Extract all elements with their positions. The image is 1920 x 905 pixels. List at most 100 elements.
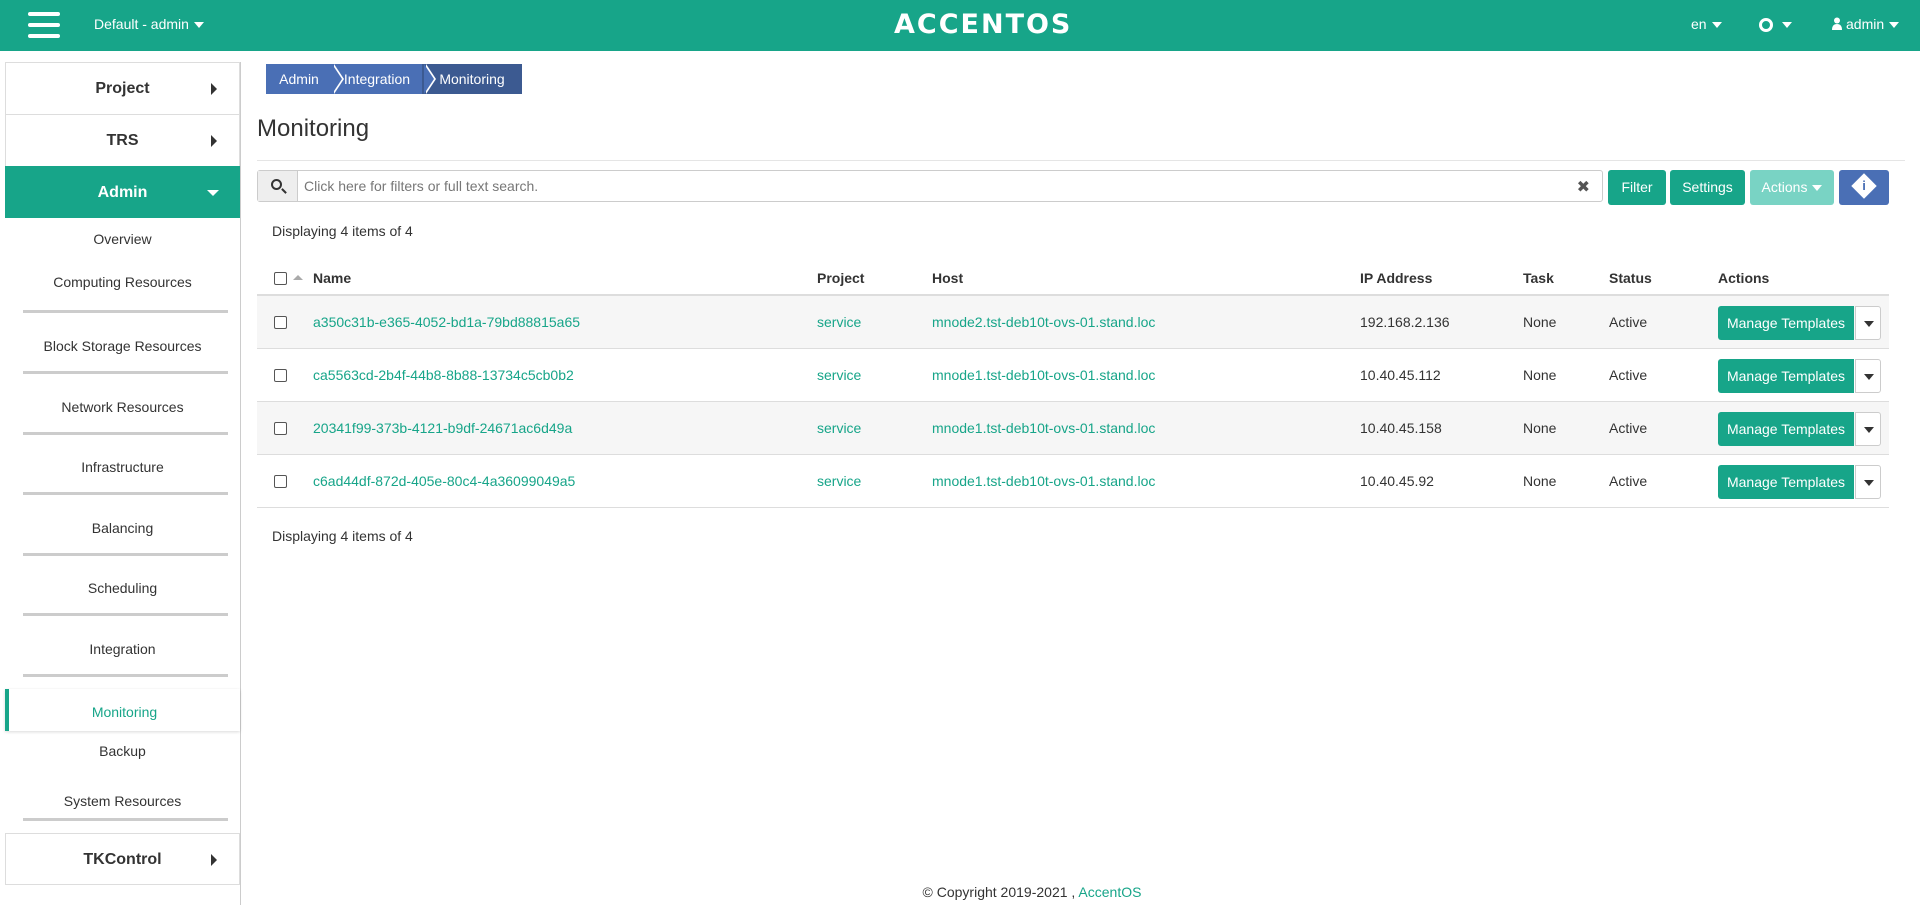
menu-toggle-icon[interactable]	[28, 12, 60, 38]
column-header-status[interactable]: Status	[1609, 260, 1652, 296]
chevron-down-icon	[1889, 22, 1900, 29]
sidebar-item-computing-resources[interactable]: Computing Resources	[17, 260, 228, 313]
sidebar-item-project[interactable]: Project	[5, 62, 240, 114]
breadcrumb-label: Monitoring	[439, 71, 505, 87]
sidebar-item-label: Monitoring	[91, 704, 158, 720]
chevron-right-icon	[211, 135, 217, 147]
info-button[interactable]: i	[1839, 170, 1889, 205]
top-navbar: Default - admin ACCENTOS en admin	[0, 0, 1920, 51]
sidebar-item-tkcontrol[interactable]: TKControl	[5, 833, 240, 885]
filter-button[interactable]: Filter	[1608, 170, 1666, 205]
data-table: Name Project Host IP Address Task Status…	[257, 260, 1889, 508]
sidebar-item-integration[interactable]: Integration	[17, 616, 228, 677]
row-actions-dropdown[interactable]	[1855, 412, 1881, 446]
sidebar-item-system-resources[interactable]: System Resources	[17, 773, 228, 821]
instance-name-link[interactable]: ca5563cd-2b4f-44b8-8b88-13734c5cb0b2	[313, 349, 574, 402]
breadcrumb-integration[interactable]: Integration	[330, 64, 436, 94]
ip-address: 10.40.45.92	[1360, 473, 1434, 489]
ip-address: 10.40.45.112	[1360, 367, 1441, 383]
sidebar-item-infrastructure[interactable]: Infrastructure	[17, 435, 228, 495]
chevron-down-icon	[1782, 22, 1792, 29]
host-link[interactable]: mnode1.tst-deb10t-ovs-01.stand.loc	[932, 455, 1155, 508]
chevron-down-icon	[207, 190, 219, 196]
breadcrumb-label: Integration	[343, 71, 411, 87]
instance-name-link[interactable]: 20341f99-373b-4121-b9df-24671ac6d49a	[313, 402, 572, 455]
search-bar: ✖	[257, 170, 1603, 202]
sidebar-item-label: Network Resources	[61, 399, 184, 415]
sidebar-item-scheduling[interactable]: Scheduling	[17, 556, 228, 616]
manage-templates-button[interactable]: Manage Templates	[1718, 306, 1854, 340]
project-switcher[interactable]: Default - admin	[94, 16, 204, 32]
actions-button[interactable]: Actions	[1750, 170, 1834, 205]
user-menu[interactable]: admin	[1832, 16, 1900, 33]
breadcrumb-label: Admin	[279, 71, 319, 87]
project-link[interactable]: service	[817, 402, 861, 455]
ip-address: 10.40.45.158	[1360, 420, 1442, 436]
column-header-project[interactable]: Project	[817, 260, 864, 296]
divider	[257, 160, 1905, 161]
row-checkbox[interactable]	[274, 422, 287, 435]
select-all-checkbox[interactable]	[274, 272, 287, 285]
sidebar-item-network-resources[interactable]: Network Resources	[17, 374, 228, 435]
project-switcher-label: Default - admin	[94, 16, 189, 32]
chevron-down-icon	[1864, 480, 1874, 486]
row-actions-dropdown[interactable]	[1855, 306, 1881, 340]
manage-templates-button[interactable]: Manage Templates	[1718, 359, 1854, 393]
manage-templates-button[interactable]: Manage Templates	[1718, 412, 1854, 446]
breadcrumb-admin[interactable]: Admin	[266, 64, 344, 94]
task: None	[1523, 314, 1557, 330]
table-header: Name Project Host IP Address Task Status…	[257, 260, 1889, 296]
sort-asc-icon[interactable]	[293, 275, 303, 280]
project-link[interactable]: service	[817, 349, 861, 402]
close-icon[interactable]: ✖	[1577, 177, 1590, 196]
host-link[interactable]: mnode1.tst-deb10t-ovs-01.stand.loc	[932, 402, 1155, 455]
status: Active	[1609, 473, 1648, 489]
item-count-bottom: Displaying 4 items of 4	[272, 528, 413, 544]
instance-name-link[interactable]: a350c31b-e365-4052-bd1a-79bd88815a65	[313, 296, 580, 349]
host-link[interactable]: mnode2.tst-deb10t-ovs-01.stand.loc	[932, 296, 1155, 349]
instance-name-link[interactable]: c6ad44df-872d-405e-80c4-4a36099049a5	[313, 455, 575, 508]
row-actions-dropdown[interactable]	[1855, 465, 1881, 499]
divider	[23, 818, 228, 821]
sidebar-item-admin[interactable]: Admin	[5, 166, 240, 218]
sidebar-item-block-storage-resources[interactable]: Block Storage Resources	[17, 313, 228, 374]
ip-address: 192.168.2.136	[1360, 314, 1450, 330]
chevron-down-icon	[1812, 185, 1823, 192]
row-checkbox[interactable]	[274, 316, 287, 329]
column-header-ip-address[interactable]: IP Address	[1360, 260, 1432, 296]
column-header-host[interactable]: Host	[932, 260, 963, 296]
settings-button[interactable]: Settings	[1670, 170, 1745, 205]
info-icon: i	[1851, 173, 1877, 200]
row-checkbox[interactable]	[274, 369, 287, 382]
host-link[interactable]: mnode1.tst-deb10t-ovs-01.stand.loc	[932, 349, 1155, 402]
table-row: ca5563cd-2b4f-44b8-8b88-13734c5cb0b2 ser…	[257, 349, 1889, 402]
divider	[23, 674, 228, 677]
table-row: c6ad44df-872d-405e-80c4-4a36099049a5 ser…	[257, 455, 1889, 508]
chevron-down-icon	[1864, 427, 1874, 433]
status: Active	[1609, 420, 1648, 436]
status: Active	[1609, 367, 1648, 383]
sidebar-item-monitoring[interactable]: Monitoring	[5, 689, 240, 731]
column-header-task[interactable]: Task	[1523, 260, 1554, 296]
project-link[interactable]: service	[817, 296, 861, 349]
project-link[interactable]: service	[817, 455, 861, 508]
footer-brand-link[interactable]: AccentOS	[1078, 884, 1141, 900]
page-title: Monitoring	[257, 115, 370, 142]
sidebar-item-label: Block Storage Resources	[43, 338, 202, 354]
row-actions-dropdown[interactable]	[1855, 359, 1881, 393]
language-switcher[interactable]: en	[1691, 16, 1722, 32]
sidebar-item-overview[interactable]: Overview	[17, 218, 228, 260]
sidebar-item-label: Admin	[97, 184, 148, 201]
manage-templates-button[interactable]: Manage Templates	[1718, 465, 1854, 499]
sidebar-item-balancing[interactable]: Balancing	[17, 495, 228, 556]
brand-logo: ACCENTOS	[894, 9, 1073, 40]
column-header-name[interactable]: Name	[313, 260, 351, 296]
sidebar-item-label: Overview	[93, 231, 152, 247]
sidebar-item-backup[interactable]: Backup	[17, 731, 228, 773]
row-checkbox[interactable]	[274, 475, 287, 488]
sidebar-item-label: Balancing	[91, 520, 154, 536]
theme-switcher[interactable]	[1759, 16, 1792, 33]
sidebar-item-trs[interactable]: TRS	[5, 114, 240, 166]
search-input[interactable]	[300, 171, 1570, 201]
sidebar-item-label: Infrastructure	[81, 459, 164, 475]
